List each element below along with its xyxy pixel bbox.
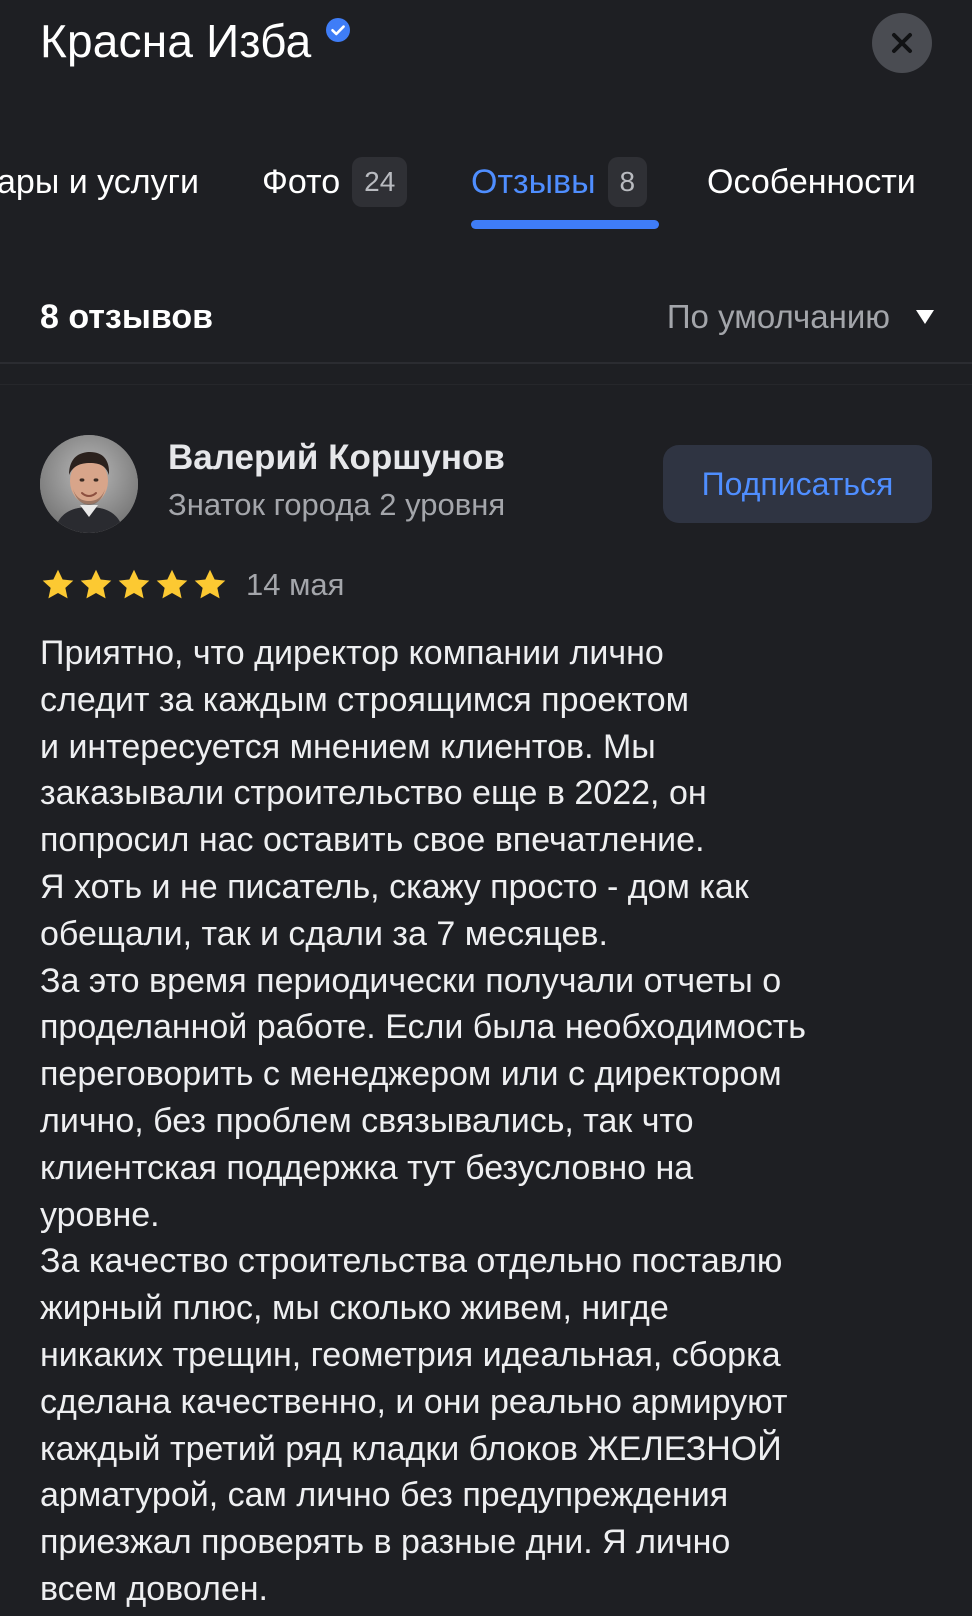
- reviews-count: 8 отзывов: [40, 298, 213, 336]
- active-tab-indicator: [471, 220, 659, 229]
- tab-goods-services[interactable]: ары и услуги: [0, 150, 199, 214]
- verified-check-icon: [326, 18, 351, 42]
- tab-label: Фото: [262, 162, 341, 201]
- avatar[interactable]: [40, 435, 138, 533]
- tab-label: Отзывы: [471, 162, 596, 201]
- subscribe-button[interactable]: Подписаться: [663, 445, 932, 523]
- review-text: Приятно, что директор компании лично сле…: [40, 634, 806, 1608]
- tab-label: ары и услуги: [0, 162, 199, 201]
- star-icon: [156, 569, 188, 599]
- reviews-header: 8 отзывов По умолчанию: [0, 290, 972, 362]
- sort-select[interactable]: По умолчанию: [667, 298, 934, 336]
- rating-stars: [40, 567, 230, 603]
- avatar-photo: [40, 435, 138, 533]
- dropdown-arrow-icon: [916, 310, 934, 324]
- divider: [0, 362, 972, 364]
- review-date: 14 мая: [246, 567, 345, 602]
- star-icon: [42, 569, 74, 599]
- star-icon: [194, 569, 226, 599]
- tab-features[interactable]: Особенности: [707, 150, 916, 214]
- header: Красна Изба: [0, 0, 972, 110]
- star-icon: [80, 569, 112, 599]
- author-level: Знаток города 2 уровня: [168, 487, 506, 522]
- author-name[interactable]: Валерий Коршунов: [168, 438, 505, 478]
- org-title-text: Красна Изба: [40, 15, 312, 67]
- org-title: Красна Изба: [40, 14, 351, 68]
- rating-row: 14 мая: [40, 565, 344, 605]
- tab-count-badge: 8: [607, 157, 648, 207]
- tab-label: Особенности: [707, 162, 916, 201]
- divider: [0, 384, 972, 385]
- tabs-bar: ары и услуги Фото 24 Отзывы 8 Особенност…: [0, 150, 972, 230]
- tab-reviews[interactable]: Отзывы 8: [471, 150, 648, 214]
- star-icon: [118, 569, 150, 599]
- close-icon: [892, 33, 912, 53]
- tab-count-badge: 24: [352, 157, 408, 207]
- close-button[interactable]: [872, 13, 932, 73]
- sort-label: По умолчанию: [666, 298, 890, 335]
- tab-photos[interactable]: Фото 24: [262, 150, 408, 214]
